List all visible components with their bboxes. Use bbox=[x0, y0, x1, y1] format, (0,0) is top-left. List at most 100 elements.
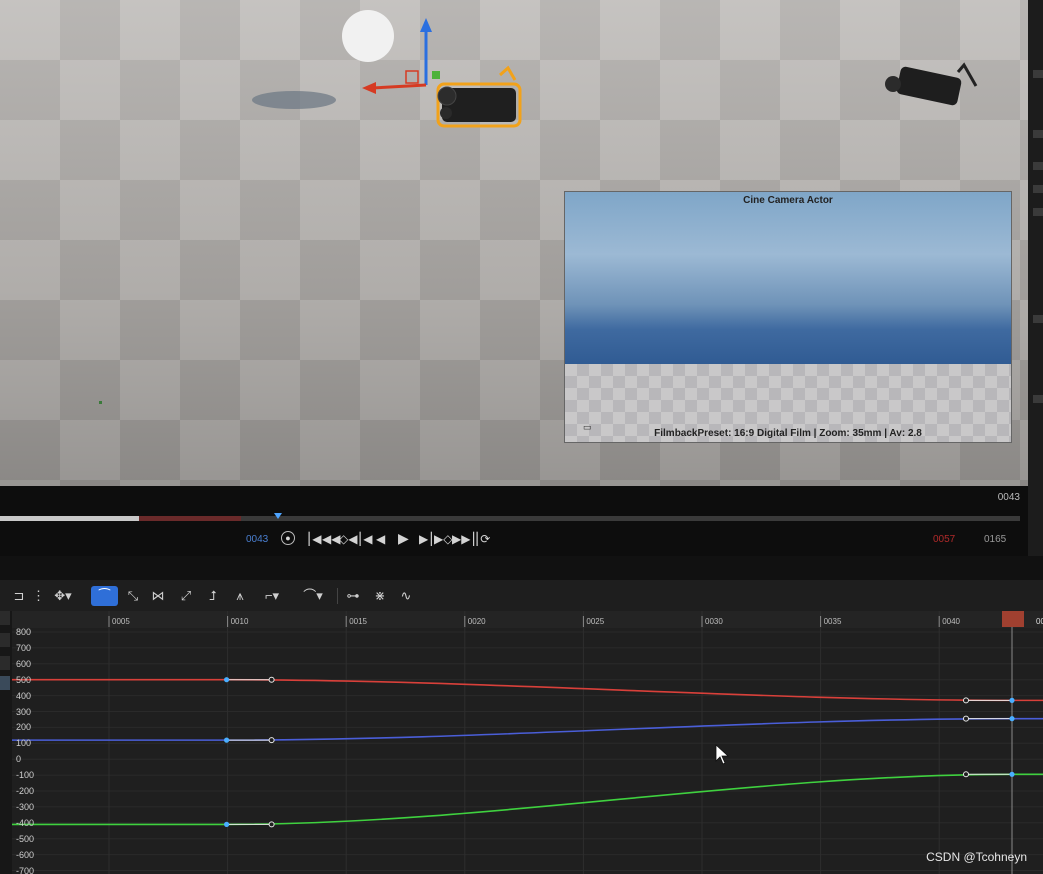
collapse-arrow-icon[interactable] bbox=[1033, 395, 1043, 403]
normalize-icon[interactable]: ⊶ bbox=[344, 586, 362, 606]
x-tick-label: 0025 bbox=[586, 617, 605, 626]
pivot-marker bbox=[99, 401, 102, 404]
x-tick-label: 0035 bbox=[823, 617, 842, 626]
curve-editor-toolbar: ⊐ ⋮ ✥▾ ⁀ ⤡ ⋈ ⤢ ⮥ ⩚ ⌐▾ ⌒▾ ⊶ ⋇ ∿ bbox=[0, 580, 1043, 611]
timeline-scrubber[interactable] bbox=[0, 516, 1020, 521]
user-tangent-icon[interactable]: ⤡ bbox=[124, 586, 142, 606]
step-back-button[interactable]: ⎮◀ bbox=[357, 532, 372, 546]
tangent-handle bbox=[963, 715, 969, 722]
x-tick-label: 00 bbox=[1036, 617, 1043, 626]
x-tick-label: 0040 bbox=[942, 617, 960, 626]
play-button[interactable]: ▶ bbox=[398, 530, 409, 547]
preview-title: Cine Camera Actor bbox=[743, 195, 833, 206]
strip-icon[interactable] bbox=[1033, 185, 1043, 193]
curve-graph-canvas[interactable] bbox=[0, 611, 1043, 874]
step-forward-button[interactable]: ▶⎮ bbox=[419, 532, 434, 546]
goto-end-button[interactable]: ▶▶⎮ bbox=[452, 532, 477, 546]
prev-key-icon[interactable]: ◇◀ bbox=[339, 532, 357, 546]
tangent-handle bbox=[963, 697, 969, 704]
curve-graph[interactable]: 800 700 600 500 400 300 200 100 0 -100 -200 -300 -40… bbox=[0, 611, 1043, 874]
prev-key-button[interactable]: ◀◀ bbox=[322, 532, 340, 546]
keyframe[interactable] bbox=[1009, 771, 1015, 777]
y-tick-label: -400 bbox=[16, 817, 35, 828]
x-tick-label: 0015 bbox=[349, 617, 367, 626]
keyframe[interactable] bbox=[1009, 697, 1015, 703]
more-options-icon[interactable]: ⋮ bbox=[32, 586, 45, 606]
gutter-item[interactable] bbox=[0, 633, 10, 647]
watermark: CSDN @Tcohneyn bbox=[926, 850, 1027, 864]
selected-cine-camera[interactable] bbox=[436, 65, 522, 128]
y-tick-label: 700 bbox=[16, 642, 32, 653]
current-frame-readout: 0043 bbox=[997, 492, 1020, 503]
gutter-item[interactable] bbox=[0, 676, 10, 690]
snap-icon[interactable]: ⊐ bbox=[10, 586, 28, 606]
keyframe[interactable] bbox=[224, 737, 230, 743]
keyframe[interactable] bbox=[1009, 716, 1015, 722]
details-panel-edge[interactable] bbox=[1028, 0, 1043, 556]
filter-icon[interactable]: ⋇ bbox=[371, 586, 389, 606]
playhead-icon[interactable] bbox=[274, 513, 282, 519]
toolbar-divider bbox=[337, 588, 338, 604]
sphere-shadow bbox=[252, 91, 336, 109]
panel-separator bbox=[0, 556, 1043, 580]
x-tick-label: 0010 bbox=[230, 617, 249, 626]
tangent-handle bbox=[963, 771, 969, 778]
flatten-tangent-icon[interactable]: ⩚ bbox=[231, 586, 249, 606]
camera-preview-panel[interactable]: Cine Camera Actor ▭ FilmbackPreset: 16:9… bbox=[564, 191, 1012, 443]
second-cine-camera[interactable] bbox=[885, 62, 978, 106]
y-tick-label: -300 bbox=[16, 801, 35, 812]
transform-tool-icon[interactable]: ✥▾ bbox=[48, 586, 78, 606]
keyframe[interactable] bbox=[224, 821, 230, 827]
graph-left-gutter bbox=[0, 611, 12, 874]
y-tick-label: 0 bbox=[16, 754, 22, 765]
gutter-item[interactable] bbox=[0, 656, 10, 670]
y-tick-label: 800 bbox=[16, 627, 32, 637]
y-tick-label: 200 bbox=[16, 722, 32, 733]
goto-start-button[interactable]: ⎮◀ bbox=[306, 532, 321, 546]
y-tick-label: 500 bbox=[16, 674, 32, 685]
play-reverse-button[interactable]: ◀ bbox=[376, 532, 385, 546]
post-infinity-icon[interactable]: ⌒▾ bbox=[298, 586, 328, 606]
y-tick-label: 100 bbox=[16, 738, 32, 749]
strip-icon[interactable] bbox=[1033, 208, 1043, 216]
time-ruler bbox=[12, 611, 1043, 628]
gutter-item[interactable] bbox=[0, 611, 10, 625]
y-tick-label: -100 bbox=[16, 770, 35, 781]
mouse-cursor-icon bbox=[715, 744, 730, 765]
y-tick-label: 600 bbox=[16, 658, 32, 669]
sphere-mesh[interactable] bbox=[342, 10, 394, 62]
view-end-frame[interactable]: 0165 bbox=[984, 534, 1006, 545]
keyframe[interactable] bbox=[224, 677, 230, 683]
blue-curve[interactable] bbox=[12, 717, 1043, 741]
record-button[interactable]: ● bbox=[281, 531, 295, 545]
break-tangent-icon[interactable]: ⋈ bbox=[149, 586, 167, 606]
eye-icon[interactable] bbox=[1033, 70, 1043, 78]
red-curve[interactable] bbox=[12, 678, 1043, 702]
strip-icon[interactable] bbox=[1033, 130, 1043, 138]
preview-filmback-info: FilmbackPreset: 16:9 Digital Film | Zoom… bbox=[654, 428, 922, 439]
pre-infinity-icon[interactable]: ⌐▾ bbox=[257, 586, 287, 606]
timeline-range bbox=[139, 516, 241, 521]
collapse-arrow-icon[interactable] bbox=[1033, 315, 1043, 323]
y-tick-label: -200 bbox=[16, 786, 35, 796]
linear-tangent-icon[interactable]: ⤢ bbox=[177, 586, 195, 606]
y-tick-label: 300 bbox=[16, 706, 32, 717]
playhead-handle bbox=[1002, 611, 1024, 627]
y-tick-label: -600 bbox=[16, 849, 35, 860]
constant-tangent-icon[interactable]: ⮥ bbox=[204, 586, 222, 606]
timeline-progress bbox=[0, 516, 139, 521]
auto-tangent-button[interactable]: ⁀ bbox=[91, 586, 118, 606]
waveform-icon[interactable]: ∿ bbox=[397, 586, 415, 606]
level-viewport[interactable]: Cine Camera Actor ▭ FilmbackPreset: 16:9… bbox=[0, 0, 1028, 486]
playback-end-frame[interactable]: 0057 bbox=[933, 534, 955, 545]
loop-button[interactable]: ⎮⟳ bbox=[474, 532, 490, 546]
current-frame-field[interactable]: 0043 bbox=[246, 534, 268, 545]
y-tick-label: 400 bbox=[16, 690, 32, 701]
sequencer-transport: 0043 0043 ● ⎮◀ ◀◀ ◇◀ ⎮◀ ◀ ▶ ▶⎮ ▶◇ ▶▶⎮ ⎮⟳… bbox=[0, 486, 1028, 556]
strip-icon[interactable] bbox=[1033, 162, 1043, 170]
x-tick-label: 0005 bbox=[112, 617, 130, 626]
green-curve[interactable] bbox=[12, 773, 1043, 826]
x-tick-label: 0020 bbox=[467, 617, 486, 626]
tangent-handle bbox=[268, 737, 275, 744]
next-key-icon[interactable]: ▶◇ bbox=[434, 532, 452, 546]
